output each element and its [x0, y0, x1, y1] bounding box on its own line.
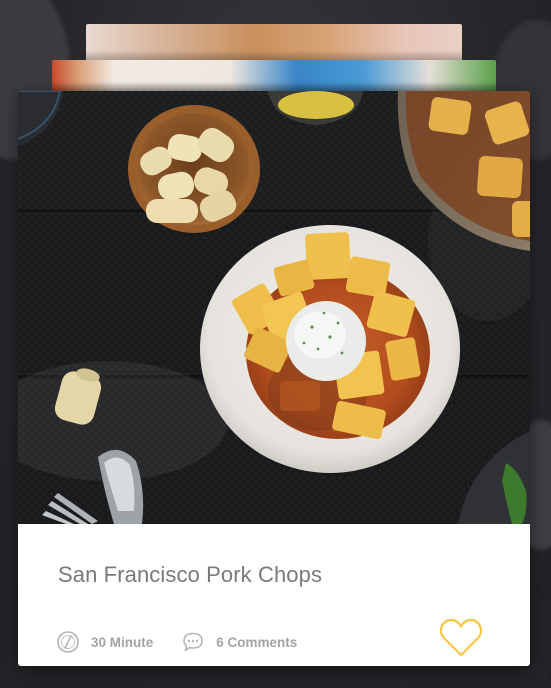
clock-icon	[56, 630, 80, 654]
comment-bubble-icon	[181, 630, 205, 654]
recipe-title[interactable]: San Francisco Pork Chops	[58, 562, 322, 588]
recipe-meta-row: 30 Minute 6 Comments	[56, 630, 325, 654]
cook-time: 30 Minute	[56, 630, 153, 654]
recipe-card[interactable]: San Francisco Pork Chops 30 Minute 6 Com…	[18, 91, 530, 666]
comments-link[interactable]: 6 Comments	[181, 630, 297, 654]
recipe-card-body: San Francisco Pork Chops 30 Minute 6 Com…	[18, 524, 530, 666]
stacked-recipe-card-middle[interactable]	[52, 60, 496, 94]
comments-label[interactable]: 6 Comments	[216, 635, 297, 650]
favorite-button[interactable]	[438, 617, 484, 659]
heart-icon	[439, 618, 483, 657]
cook-time-label: 30 Minute	[91, 634, 154, 650]
recipe-card-stack: San Francisco Pork Chops 30 Minute 6 Com…	[0, 0, 551, 688]
stacked-recipe-card-back[interactable]	[86, 24, 462, 64]
recipe-photo	[18, 91, 530, 524]
